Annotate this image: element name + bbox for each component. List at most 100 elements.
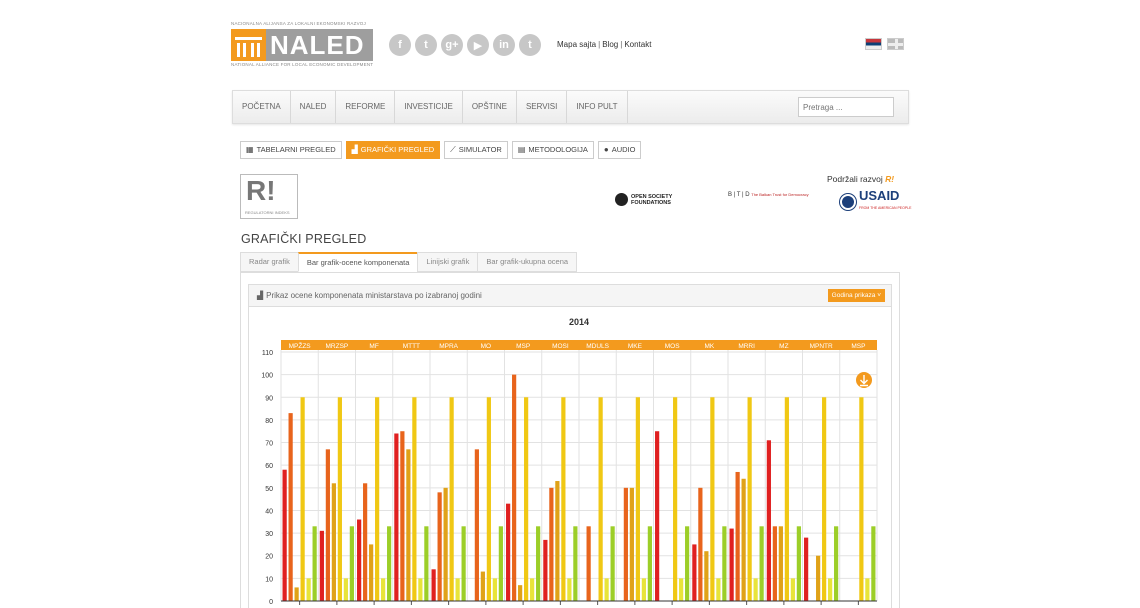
mic-icon: ● <box>603 145 609 154</box>
bar <box>555 481 560 601</box>
nav-item-4[interactable]: OPŠTINE <box>463 91 517 123</box>
bar <box>506 503 511 601</box>
naled-logo[interactable]: NACIONALNA ALIJANSA ZA LOKALNI EKONOMSKI… <box>231 21 373 68</box>
bar <box>822 397 827 601</box>
bar <box>635 397 640 601</box>
google-plus-icon[interactable]: g+ <box>441 34 463 56</box>
bar <box>859 397 864 601</box>
chart-type-tabs: Radar grafik Bar grafik-ocene komponenata… <box>240 252 578 272</box>
bar <box>536 526 541 601</box>
bar <box>685 526 690 601</box>
y-tick-label: 110 <box>262 350 273 357</box>
doc-icon: ▤ <box>517 145 526 154</box>
bar <box>480 571 485 601</box>
bar <box>455 578 460 601</box>
bar <box>369 544 374 601</box>
y-tick-label: 10 <box>265 576 273 583</box>
social-links: f t g+ ▶ in t <box>389 34 541 56</box>
logo-tagline-top: NACIONALNA ALIJANSA ZA LOKALNI EKONOMSKI… <box>231 21 366 26</box>
nav-item-3[interactable]: INVESTICIJE <box>395 91 463 123</box>
bar <box>641 578 646 601</box>
chart-tab-0[interactable]: Radar grafik <box>240 252 299 272</box>
bar-chart-icon: ▟ <box>257 291 264 300</box>
bar <box>735 471 740 601</box>
twitter-icon-2[interactable]: t <box>519 34 541 56</box>
view-tab-1[interactable]: ▟ GRAFIČKI PREGLED <box>345 141 441 159</box>
view-tab-4[interactable]: ● AUDIO <box>597 141 642 159</box>
bar <box>325 449 330 601</box>
regulatorni-indeks-logo[interactable]: R! REGULATORNI INDEKS <box>240 174 298 219</box>
bar <box>834 526 839 601</box>
nav-item-5[interactable]: SERVISI <box>517 91 568 123</box>
blog-link[interactable]: Blog <box>602 40 618 49</box>
sitemap-link[interactable]: Mapa sajta <box>557 40 596 49</box>
bar <box>294 587 299 601</box>
bar <box>363 483 368 601</box>
youtube-icon[interactable]: ▶ <box>467 34 489 56</box>
bar <box>492 578 497 601</box>
bar <box>424 526 429 601</box>
bar <box>865 578 870 601</box>
usaid-word: USAID <box>859 188 900 203</box>
btd-text: The Balkan Trust for Democracy <box>751 192 809 197</box>
nav-item-2[interactable]: REFORME <box>336 91 396 123</box>
nav-item-1[interactable]: NALED <box>291 91 337 123</box>
y-tick-label: 40 <box>265 508 273 515</box>
bar <box>828 578 833 601</box>
chart-tab-3[interactable]: Bar grafik-ukupna ocena <box>477 252 578 272</box>
y-tick-label: 80 <box>265 418 273 425</box>
chart-tab-2[interactable]: Linijski grafik <box>417 252 479 272</box>
supported-by-label: Podržali razvoj R! <box>827 174 894 184</box>
bar-chart: 2014 0 10 20 30 40 50 60 70 80 90 100 110 MPŽZS MRZSP M… <box>249 307 891 608</box>
contact-link[interactable]: Kontakt <box>624 40 651 49</box>
bar <box>431 569 436 601</box>
search-input[interactable] <box>798 97 894 117</box>
ri-mark: R! <box>885 174 895 184</box>
serbian-flag-icon[interactable] <box>865 38 882 50</box>
chart-title: 2014 <box>569 317 589 327</box>
view-tab-3[interactable]: ▤ METODOLOGIJA <box>511 141 594 159</box>
bar <box>784 397 789 601</box>
line-chart-icon: ⟋ <box>450 145 456 154</box>
language-switcher <box>865 38 904 50</box>
category-label: MO <box>481 343 491 350</box>
download-chart-icon[interactable] <box>856 372 872 388</box>
bar <box>804 537 809 601</box>
nav-item-6[interactable]: INFO PULT <box>567 91 628 123</box>
bar <box>871 526 876 601</box>
linkedin-icon[interactable]: in <box>493 34 515 56</box>
bar <box>729 528 734 601</box>
category-label: MDULS <box>586 343 609 350</box>
chart-panel-title: Prikaz ocene komponenata ministarstava p… <box>266 291 482 300</box>
facebook-icon[interactable]: f <box>389 34 411 56</box>
bar <box>816 555 821 601</box>
english-flag-icon[interactable] <box>887 38 904 50</box>
usaid-sub: FROM THE AMERICAN PEOPLE <box>859 206 912 210</box>
year-select-button[interactable]: Godina prikaza ˅ <box>827 289 885 302</box>
nav-item-0[interactable]: POČETNA <box>233 91 291 123</box>
view-tab-0[interactable]: ▦ TABELARNI PREGLED <box>240 141 342 159</box>
btd-logo[interactable]: B | T | D The Balkan Trust for Democracy <box>728 192 809 198</box>
bar <box>306 578 311 601</box>
usaid-logo[interactable]: USAID FROM THE AMERICAN PEOPLE <box>840 188 912 214</box>
bar <box>598 397 603 601</box>
bar <box>796 526 801 601</box>
bar <box>722 526 727 601</box>
bar <box>692 544 697 601</box>
usaid-seal-icon <box>840 194 856 210</box>
bar <box>449 397 454 601</box>
chart-icon: ▟ <box>351 145 358 154</box>
bar <box>567 578 572 601</box>
view-tab-2[interactable]: ⟋ SIMULATOR <box>444 141 508 159</box>
open-society-logo[interactable]: OPEN SOCIETY FOUNDATIONS <box>615 193 679 206</box>
bar <box>673 397 678 601</box>
bar <box>753 578 758 601</box>
twitter-icon[interactable]: t <box>415 34 437 56</box>
bar <box>357 519 362 601</box>
category-label: MOSI <box>552 343 569 350</box>
top-links: Mapa sajta | Blog | Kontakt <box>557 40 652 49</box>
bar <box>778 526 783 601</box>
y-tick-label: 90 <box>265 395 273 402</box>
category-label: MPNTR <box>810 343 833 350</box>
chart-tab-1[interactable]: Bar grafik-ocene komponenata <box>297 252 419 272</box>
